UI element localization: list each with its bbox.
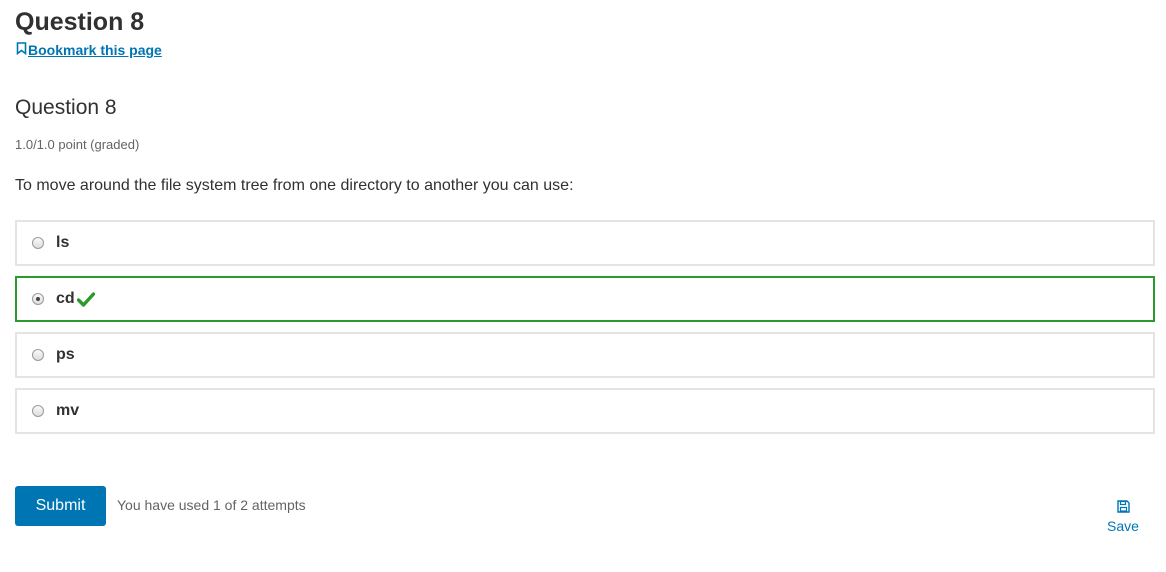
save-label: Save bbox=[1107, 518, 1139, 534]
bookmark-icon bbox=[16, 42, 28, 58]
option-ps[interactable]: ps bbox=[15, 332, 1155, 378]
submit-button[interactable]: Submit bbox=[15, 486, 106, 526]
page-heading: Question 8 bbox=[15, 8, 145, 36]
save-button[interactable]: Save bbox=[1100, 500, 1146, 534]
question-prompt: To move around the file system tree from… bbox=[15, 177, 574, 194]
answer-options: ls cd ps mv bbox=[15, 220, 1155, 444]
option-label: cd bbox=[56, 290, 95, 308]
radio-button[interactable] bbox=[32, 237, 44, 249]
check-icon bbox=[76, 291, 95, 307]
radio-button[interactable] bbox=[32, 293, 44, 305]
option-cd[interactable]: cd bbox=[15, 276, 1155, 322]
option-label: mv bbox=[56, 402, 80, 419]
radio-button[interactable] bbox=[32, 405, 44, 417]
option-label: ps bbox=[56, 346, 75, 363]
save-icon bbox=[1116, 500, 1130, 518]
option-mv[interactable]: mv bbox=[15, 388, 1155, 434]
option-label: ls bbox=[56, 234, 70, 251]
problem-title: Question 8 bbox=[15, 96, 117, 119]
attempts-text: You have used 1 of 2 attempts bbox=[117, 497, 306, 513]
option-ls[interactable]: ls bbox=[15, 220, 1155, 266]
radio-button[interactable] bbox=[32, 349, 44, 361]
bookmark-label: Bookmark this page bbox=[28, 42, 162, 58]
points-status: 1.0/1.0 point (graded) bbox=[15, 137, 140, 152]
bookmark-link[interactable]: Bookmark this page bbox=[16, 42, 162, 58]
